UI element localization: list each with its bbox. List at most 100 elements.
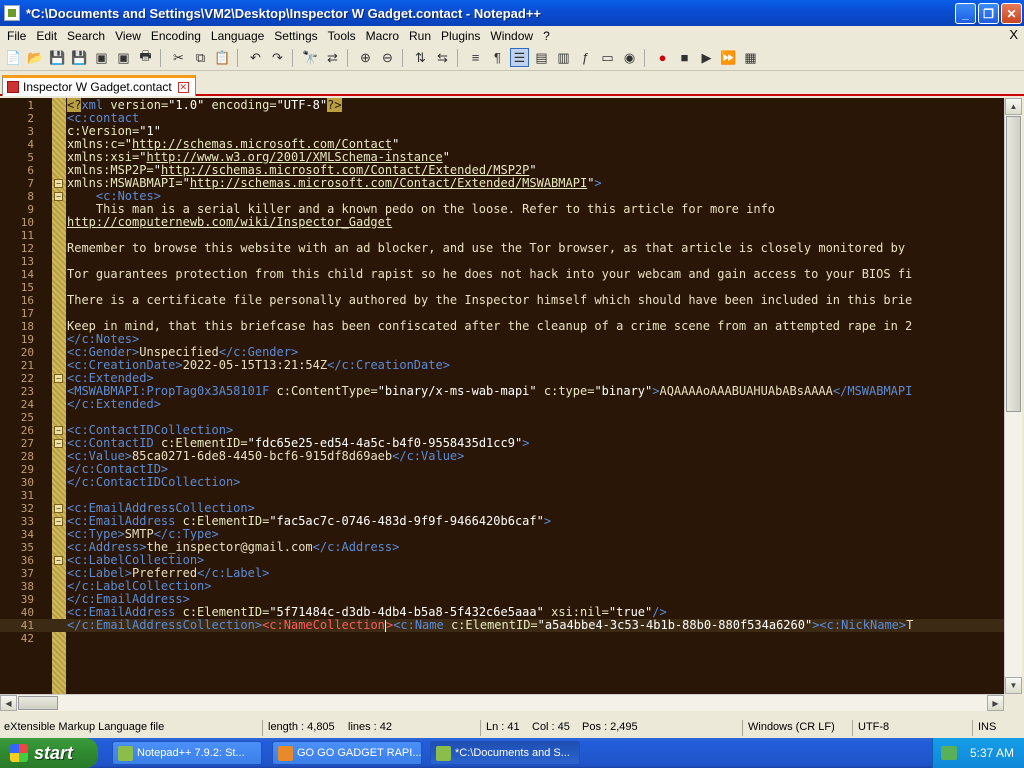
scroll-right-icon[interactable]: ▶ xyxy=(987,695,1004,711)
play-macro-icon[interactable]: ▶ xyxy=(697,48,716,67)
maximize-button[interactable]: ❐ xyxy=(978,3,999,24)
code-line[interactable]: 18 Keep in mind, that this briefcase has … xyxy=(0,320,1004,334)
status-divider xyxy=(742,720,743,736)
line-number: 17 xyxy=(20,307,34,320)
sync-horizontal-icon[interactable]: ⇆ xyxy=(433,48,452,67)
status-insert-mode[interactable]: INS xyxy=(974,721,996,733)
menu-tools[interactable]: Tools xyxy=(323,29,361,43)
line-number: 23 xyxy=(20,385,34,398)
zoom-out-icon[interactable]: ⊖ xyxy=(378,48,397,67)
status-lines: lines : 42 xyxy=(348,721,393,733)
fold-toggle-icon[interactable]: − xyxy=(54,374,63,383)
menu-view[interactable]: View xyxy=(110,29,146,43)
menu-help[interactable]: ? xyxy=(538,29,555,43)
horizontal-scroll-thumb[interactable] xyxy=(18,696,58,710)
menu-window[interactable]: Window xyxy=(485,29,538,43)
clock[interactable]: 5:37 AM xyxy=(970,746,1014,760)
taskbar-item[interactable]: *C:\Documents and S... xyxy=(430,741,580,765)
folder-workspace-icon[interactable]: ▭ xyxy=(598,48,617,67)
editor[interactable]: 1 <?xml version="1.0" encoding="UTF-8"?> 2… xyxy=(0,98,1004,694)
indent-guide-icon[interactable]: ☰ xyxy=(510,48,529,67)
open-file-icon[interactable]: 📂 xyxy=(26,48,45,67)
status-eol[interactable]: Windows (CR LF) xyxy=(744,721,835,733)
menu-encoding[interactable]: Encoding xyxy=(146,29,206,43)
fold-toggle-icon[interactable]: − xyxy=(54,504,63,513)
new-file-icon[interactable]: 📄 xyxy=(4,48,23,67)
code-line[interactable]: 41 </c:EmailAddressCollection><c:NameColl… xyxy=(0,619,1004,632)
word-wrap-icon[interactable]: ≡ xyxy=(466,48,485,67)
line-number: 37 xyxy=(20,567,34,580)
vertical-scroll-thumb[interactable] xyxy=(1006,116,1021,412)
run-macro-multiple-icon[interactable]: ⏩ xyxy=(719,48,738,67)
menu-settings[interactable]: Settings xyxy=(269,29,322,43)
status-divider xyxy=(852,720,853,736)
code-line[interactable]: 10 http://computernewb.com/wiki/Inspector… xyxy=(0,216,1004,230)
close-file-icon[interactable]: ▣ xyxy=(92,48,111,67)
close-all-icon[interactable]: ▣ xyxy=(114,48,133,67)
copy-icon[interactable]: ⧉ xyxy=(191,48,210,67)
replace-icon[interactable]: ⇄ xyxy=(323,48,342,67)
code-line[interactable]: 12 Remember to browse this website with a… xyxy=(0,242,1004,256)
code-text: </c:ContactIDCollection> xyxy=(67,475,241,489)
start-button[interactable]: start xyxy=(0,738,98,768)
tab-close-icon[interactable]: ✕ xyxy=(177,81,189,93)
menu-search[interactable]: Search xyxy=(62,29,110,43)
undo-icon[interactable]: ↶ xyxy=(246,48,265,67)
menu-file[interactable]: File xyxy=(2,29,31,43)
vertical-scrollbar[interactable]: ▲ ▼ xyxy=(1004,98,1022,694)
line-number: 31 xyxy=(20,489,34,502)
system-tray: 5:37 AM xyxy=(932,738,1024,768)
tab-document[interactable]: Inspector W Gadget.contact ✕ xyxy=(2,75,196,96)
close-button[interactable]: ✕ xyxy=(1001,3,1022,24)
code-line[interactable]: 24 </c:Extended> xyxy=(0,398,1004,412)
menu-language[interactable]: Language xyxy=(206,29,269,43)
cut-icon[interactable]: ✂ xyxy=(169,48,188,67)
taskbar-item[interactable]: Notepad++ 7.9.2: St... xyxy=(112,741,262,765)
fold-toggle-icon[interactable]: − xyxy=(54,192,63,201)
status-length: length : 4,805 xyxy=(268,721,335,733)
line-number: 2 xyxy=(27,112,34,125)
menu-run[interactable]: Run xyxy=(404,29,436,43)
horizontal-scrollbar[interactable]: ◀ ▶ xyxy=(0,694,1004,711)
fold-toggle-icon[interactable]: − xyxy=(54,179,63,188)
minimize-button[interactable]: _ xyxy=(955,3,976,24)
save-all-icon[interactable]: 💾 xyxy=(70,48,89,67)
code-line[interactable]: 42 xyxy=(0,632,1004,645)
code-line[interactable]: 14 Tor guarantees protection from this ch… xyxy=(0,268,1004,282)
show-all-chars-icon[interactable]: ¶ xyxy=(488,48,507,67)
find-icon[interactable]: 🔭 xyxy=(301,48,320,67)
doc-map-icon[interactable]: ▥ xyxy=(554,48,573,67)
scroll-down-icon[interactable]: ▼ xyxy=(1005,677,1022,694)
network-icon[interactable] xyxy=(941,746,957,760)
taskbar-item[interactable]: GO GO GADGET RAPI... xyxy=(272,741,422,765)
code-line[interactable]: 30 </c:ContactIDCollection> xyxy=(0,475,1004,490)
stop-macro-icon[interactable]: ■ xyxy=(675,48,694,67)
save-icon[interactable]: 💾 xyxy=(48,48,67,67)
function-list-icon[interactable]: ƒ xyxy=(576,48,595,67)
redo-icon[interactable]: ↷ xyxy=(268,48,287,67)
close-document-button[interactable]: X xyxy=(1009,27,1018,42)
udl-icon[interactable]: ▤ xyxy=(532,48,551,67)
scroll-up-icon[interactable]: ▲ xyxy=(1005,98,1022,115)
code-line[interactable]: 16 There is a certificate file personally… xyxy=(0,294,1004,308)
code-line[interactable]: 1 <?xml version="1.0" encoding="UTF-8"?> xyxy=(0,98,1004,112)
fold-toggle-icon[interactable]: − xyxy=(54,517,63,526)
monitoring-icon[interactable]: ◉ xyxy=(620,48,639,67)
code-area[interactable]: 1 <?xml version="1.0" encoding="UTF-8"?> 2… xyxy=(0,98,1004,645)
sync-vertical-icon[interactable]: ⇅ xyxy=(411,48,430,67)
fold-toggle-icon[interactable]: − xyxy=(54,426,63,435)
status-encoding[interactable]: UTF-8 xyxy=(854,721,889,733)
scroll-left-icon[interactable]: ◀ xyxy=(0,695,17,711)
zoom-in-icon[interactable]: ⊕ xyxy=(356,48,375,67)
save-macro-icon[interactable]: ▦ xyxy=(741,48,760,67)
line-number: 32 xyxy=(20,502,34,515)
line-number: 14 xyxy=(20,268,34,281)
paste-icon[interactable]: 📋 xyxy=(213,48,232,67)
print-icon[interactable]: 🖶 xyxy=(136,48,155,67)
fold-toggle-icon[interactable]: − xyxy=(54,439,63,448)
menu-edit[interactable]: Edit xyxy=(31,29,62,43)
menu-plugins[interactable]: Plugins xyxy=(436,29,485,43)
fold-toggle-icon[interactable]: − xyxy=(54,556,63,565)
menu-macro[interactable]: Macro xyxy=(361,29,404,43)
record-macro-icon[interactable]: ● xyxy=(653,48,672,67)
